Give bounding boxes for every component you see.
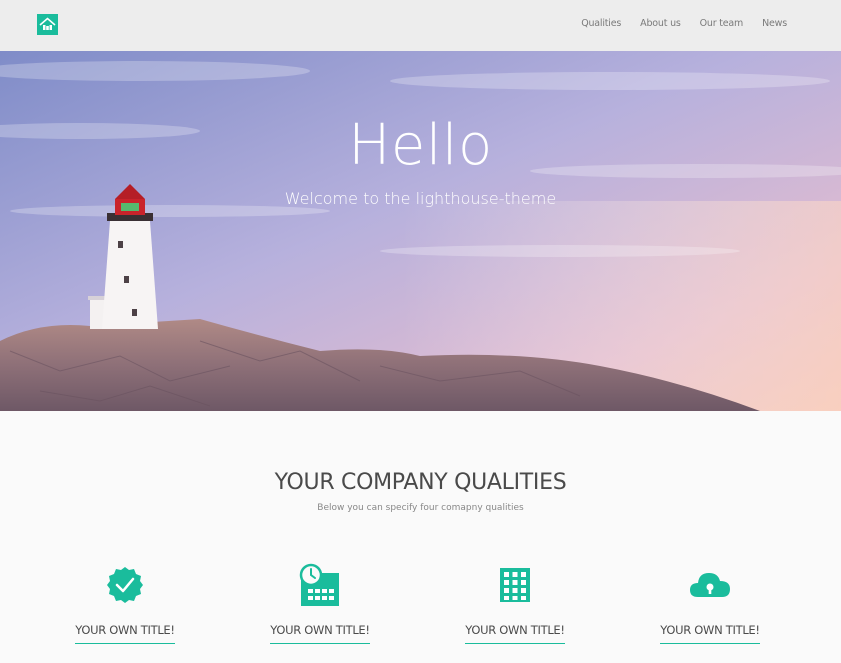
nav-link-qualities[interactable]: Qualities [581,18,621,29]
nav-link-news[interactable]: News [762,18,787,29]
qualities-title: YOUR COMPANY QUALITIES [274,470,567,495]
feature-title: YOUR OWN TITLE! [660,623,760,644]
feature-title: YOUR OWN TITLE! [75,623,175,644]
feature-card: YOUR OWN TITLE! [640,563,780,644]
feature-card: YOUR OWN TITLE! [250,563,390,644]
qualities-subtitle: Below you can specify four comapny quali… [317,503,524,513]
nav-link-our-team[interactable]: Our team [700,18,744,29]
feature-title: YOUR OWN TITLE! [465,623,565,644]
grid-building-icon [500,568,530,602]
hero-banner: Hello Welcome to the lighthouse-theme [0,51,841,411]
cloud-lock-icon [690,573,730,597]
nav-menu: Qualities About us Our team News [581,18,787,29]
feature-title: YOUR OWN TITLE! [270,623,370,644]
navbar: Qualities About us Our team News [0,0,841,51]
hero-title: Hello [348,113,493,178]
hero-subtitle: Welcome to the lighthouse-theme [284,189,557,208]
nav-link-about-us[interactable]: About us [640,18,681,29]
lighthouse-hero-image [0,51,841,411]
feature-card: YOUR OWN TITLE! [445,563,585,644]
badge-check-icon [107,567,143,603]
lighthouse-house-icon[interactable] [37,14,58,35]
feature-card: YOUR OWN TITLE! [55,563,195,644]
calendar-clock-icon [299,563,339,606]
